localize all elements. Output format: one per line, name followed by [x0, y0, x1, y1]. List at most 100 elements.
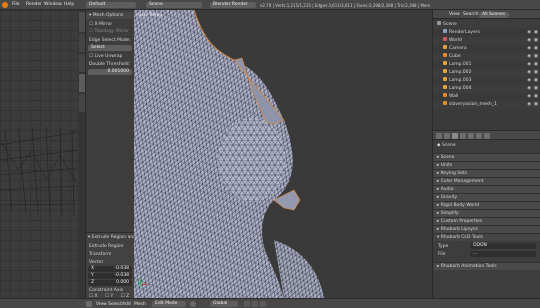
layers-tab-icon[interactable]: [444, 132, 450, 139]
vector-z-field[interactable]: Z 0.000: [88, 280, 132, 286]
file-field[interactable]: ...: [470, 251, 536, 257]
section-units[interactable]: ▸ Units: [434, 161, 540, 169]
outliner-item[interactable]: Lamp.003 ◉ ▣: [433, 77, 540, 85]
visibility-eye-icon[interactable]: ◉: [527, 101, 531, 109]
render-camera-icon[interactable]: ▣: [534, 69, 538, 77]
vector-x-field[interactable]: X -0.038: [88, 266, 132, 272]
visibility-eye-icon[interactable]: ◉: [527, 45, 531, 53]
section-rhubarb-animation[interactable]: ▸ Rhubarb Animation Tools: [434, 262, 540, 270]
type-dropdown[interactable]: ODON: [470, 243, 536, 249]
outliner-item[interactable]: Camera ◉ ▣: [433, 45, 540, 53]
section-rigid-body[interactable]: ▸ Rigid Body World: [434, 201, 540, 209]
menu-render[interactable]: Render: [26, 2, 42, 7]
outliner-item[interactable]: Wall ◉ ▣: [433, 93, 540, 101]
visibility-eye-icon[interactable]: ◉: [527, 77, 531, 85]
vector-y-field[interactable]: Y -0.038: [88, 273, 132, 279]
topology-mirror-option[interactable]: ☐ Topology Mirror: [86, 28, 134, 35]
mode-select[interactable]: Edit Mode: [152, 301, 186, 307]
visibility-eye-icon[interactable]: ◉: [527, 29, 531, 37]
render-preview-icon[interactable]: [260, 301, 266, 307]
outliner-tab-search[interactable]: Search: [463, 12, 478, 17]
menu-file[interactable]: File: [12, 2, 20, 7]
section-custom-properties[interactable]: ▸ Custom Properties: [434, 217, 540, 225]
render-camera-icon[interactable]: ▣: [534, 53, 538, 61]
render-tab-icon[interactable]: [436, 132, 442, 139]
world-tab-icon[interactable]: [460, 132, 466, 139]
visibility-eye-icon[interactable]: ◉: [527, 85, 531, 93]
x-mirror-label: X-Mirror: [94, 22, 113, 27]
pivot-select[interactable]: Global: [210, 301, 238, 307]
tool-shelf: ▾ Mesh Options ☐ X-Mirror ☐ Topology Mir…: [86, 10, 148, 299]
section-gravity[interactable]: ▸ Gravity: [434, 193, 540, 201]
shading-icon[interactable]: [190, 301, 196, 307]
section-keying-sets[interactable]: ▸ Keying Sets: [434, 169, 540, 177]
footer-select[interactable]: Select: [108, 302, 122, 307]
outliner-item-icon: [437, 21, 441, 25]
outliner-item[interactable]: Lamp.001 ◉ ▣: [433, 61, 540, 69]
layout-select[interactable]: Default: [86, 2, 136, 8]
x-mirror-option[interactable]: ☐ X-Mirror: [86, 21, 134, 28]
section-simplify[interactable]: ▸ Simplify: [434, 209, 540, 217]
render-camera-icon[interactable]: ▣: [534, 93, 538, 101]
live-unwrap-option[interactable]: ☐ Live Unwrap: [86, 53, 134, 60]
material-tab-icon[interactable]: [484, 132, 490, 139]
footer-mesh[interactable]: Mesh: [134, 302, 146, 307]
section-rhubarb-cld[interactable]: ▾ Rhubarb CLD Tools: [434, 233, 540, 241]
footer-view[interactable]: View: [96, 302, 107, 307]
section-scene[interactable]: ▸ Scene: [434, 153, 540, 161]
outliner-item[interactable]: Lamp.002 ◉ ▣: [433, 69, 540, 77]
outliner-item[interactable]: Lamp.004 ◉ ▣: [433, 85, 540, 93]
tab-physics[interactable]: [79, 94, 85, 112]
file-label: File: [438, 252, 446, 257]
extrude-region-label: Extrude Region: [89, 244, 124, 249]
snap-icon[interactable]: [244, 301, 250, 307]
tab-tools[interactable]: [79, 12, 85, 32]
footer-add[interactable]: Add: [122, 302, 131, 307]
render-engine-label: Blender Render: [213, 2, 248, 7]
visibility-eye-icon[interactable]: ◉: [527, 61, 531, 69]
render-camera-icon[interactable]: ▣: [534, 37, 538, 45]
tab-animation[interactable]: [79, 74, 85, 92]
visibility-eye-icon[interactable]: ◉: [527, 69, 531, 77]
outliner-item[interactable]: slaveryasian_mesh_1 ◉ ▣: [433, 101, 540, 109]
blender-logo-icon[interactable]: [2, 2, 8, 8]
menu-help[interactable]: Help: [64, 2, 74, 7]
vector-label: Vector: [89, 260, 104, 265]
double-threshold-field[interactable]: 0.001000: [88, 69, 132, 75]
outliner-tab-view[interactable]: View: [449, 12, 460, 17]
object-tab-icon[interactable]: [468, 132, 474, 139]
proportional-icon[interactable]: [252, 301, 258, 307]
render-camera-icon[interactable]: ▣: [534, 45, 538, 53]
section-rhubarb-animation-label: Rhubarb Animation Tools: [440, 264, 497, 269]
outliner-item-label: Lamp.001: [449, 62, 472, 67]
operator-title[interactable]: ▾ Extrude Region and Mo...: [86, 234, 148, 241]
outliner-item[interactable]: Cube ◉ ▣: [433, 53, 540, 61]
section-rhubarb-lipsync[interactable]: ▸ Rhubarb Lipsync: [434, 225, 540, 233]
render-camera-icon[interactable]: ▣: [534, 61, 538, 69]
outliner-display-select[interactable]: All Scenes: [479, 11, 509, 18]
render-camera-icon[interactable]: ▣: [534, 77, 538, 85]
visibility-eye-icon[interactable]: ◉: [527, 93, 531, 101]
render-engine-select[interactable]: Blender Render: [210, 2, 256, 8]
tab-relations[interactable]: [79, 54, 85, 72]
scene-select[interactable]: Scene: [146, 2, 202, 8]
section-color-management[interactable]: ▸ Color Management: [434, 177, 540, 185]
menu-window[interactable]: Window: [44, 2, 62, 7]
render-camera-icon[interactable]: ▣: [534, 101, 538, 109]
modifier-tab-icon[interactable]: [476, 132, 482, 139]
tab-create[interactable]: [79, 34, 85, 52]
visibility-eye-icon[interactable]: ◉: [527, 53, 531, 61]
visibility-eye-icon[interactable]: ◉: [527, 37, 531, 45]
scene-tab-icon[interactable]: [452, 132, 458, 139]
uv-editor-area[interactable]: [0, 10, 78, 298]
outliner-item[interactable]: World ◉ ▣: [433, 37, 540, 45]
render-camera-icon[interactable]: ▣: [534, 29, 538, 37]
outliner-item[interactable]: RenderLayers ◉ ▣: [433, 29, 540, 37]
editor-type-icon[interactable]: [86, 301, 92, 307]
render-camera-icon[interactable]: ▣: [534, 85, 538, 93]
mesh-options-header[interactable]: ▾ Mesh Options: [86, 12, 134, 19]
3d-viewport[interactable]: User Persp: [134, 10, 432, 298]
section-audio[interactable]: ▸ Audio: [434, 185, 540, 193]
edge-select-dropdown[interactable]: Select: [88, 45, 132, 51]
outliner-item[interactable]: Scene: [433, 21, 540, 29]
